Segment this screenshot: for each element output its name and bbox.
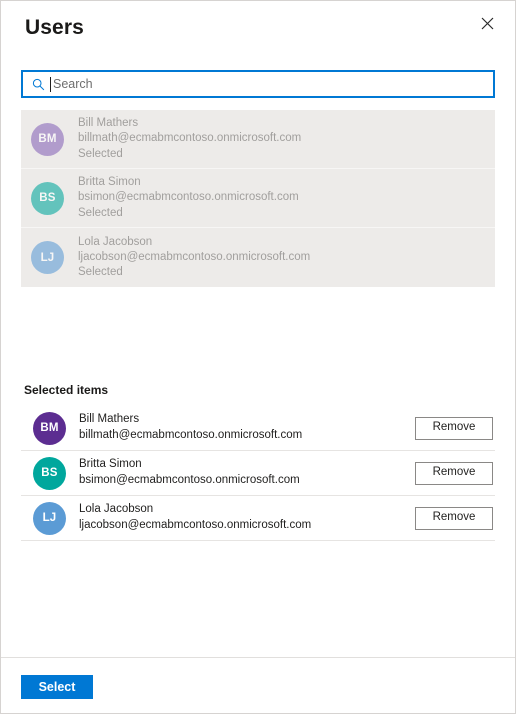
user-name: Bill Mathers [78, 117, 139, 130]
dialog-footer: Select [1, 657, 515, 713]
avatar: BM [33, 411, 66, 445]
table-row: LJ Lola Jacobson ljacobson@ecmabmcontoso… [21, 496, 495, 541]
avatar: LJ [31, 241, 64, 274]
user-name: Britta Simon [79, 458, 142, 471]
user-name: Bill Mathers [79, 413, 140, 426]
list-item[interactable]: LJ Lola Jacobson ljacobson@ecmabmcontoso… [21, 228, 495, 287]
status-badge: Selected [78, 266, 123, 279]
dialog-header: Users [1, 1, 515, 53]
user-email: billmath@ecmabmcontoso.onmicrosoft.com [78, 132, 302, 145]
list-item[interactable]: BS Britta Simon bsimon@ecmabmcontoso.onm… [21, 169, 495, 228]
selected-item-text: Lola Jacobson ljacobson@ecmabmcontoso.on… [79, 502, 415, 533]
list-item-text: Bill Mathers billmath@ecmabmcontoso.onmi… [78, 116, 301, 162]
page-title: Users [25, 15, 84, 39]
remove-button[interactable]: Remove [415, 506, 493, 530]
avatar: BS [31, 181, 64, 215]
status-badge: Selected [78, 206, 123, 219]
remove-button[interactable]: Remove [415, 461, 493, 485]
avatar: BS [33, 456, 66, 490]
user-name: Lola Jacobson [79, 503, 154, 516]
search-input[interactable] [51, 72, 487, 96]
user-email: ljacobson@ecmabmcontoso.onmicrosoft.com [79, 519, 312, 531]
users-picker-dialog: Users BM Bill Mathers [0, 0, 516, 714]
select-button[interactable]: Select [21, 675, 93, 699]
selected-item-text: Britta Simon bsimon@ecmabmcontoso.onmicr… [79, 457, 415, 488]
list-item-text: Lola Jacobson ljacobson@ecmabmcontoso.on… [78, 235, 310, 281]
selected-items-section: Selected items BM Bill Mathers billmath@… [21, 383, 495, 541]
list-item-text: Britta Simon bsimon@ecmabmcontoso.onmicr… [78, 175, 299, 221]
user-email: bsimon@ecmabmcontoso.onmicrosoft.com [79, 474, 300, 486]
selected-item-text: Bill Mathers billmath@ecmabmcontoso.onmi… [79, 412, 415, 443]
search-box[interactable] [21, 70, 495, 98]
user-email: ljacobson@ecmabmcontoso.onmicrosoft.com [78, 250, 311, 263]
user-results-list: BM Bill Mathers billmath@ecmabmcontoso.o… [21, 110, 495, 287]
dialog-body: BM Bill Mathers billmath@ecmabmcontoso.o… [1, 53, 515, 657]
avatar: LJ [33, 501, 66, 535]
search-icon [30, 76, 46, 92]
table-row: BS Britta Simon bsimon@ecmabmcontoso.onm… [21, 451, 495, 496]
user-name: Britta Simon [78, 176, 141, 189]
remove-button[interactable]: Remove [415, 416, 493, 440]
table-row: BM Bill Mathers billmath@ecmabmcontoso.o… [21, 406, 495, 451]
list-item[interactable]: BM Bill Mathers billmath@ecmabmcontoso.o… [21, 110, 495, 169]
user-name: Lola Jacobson [78, 235, 153, 248]
user-email: bsimon@ecmabmcontoso.onmicrosoft.com [78, 191, 299, 204]
selected-items-heading: Selected items [24, 383, 109, 397]
avatar: BM [31, 122, 64, 156]
status-badge: Selected [78, 147, 123, 160]
close-icon[interactable] [471, 7, 503, 39]
user-email: billmath@ecmabmcontoso.onmicrosoft.com [79, 429, 303, 441]
